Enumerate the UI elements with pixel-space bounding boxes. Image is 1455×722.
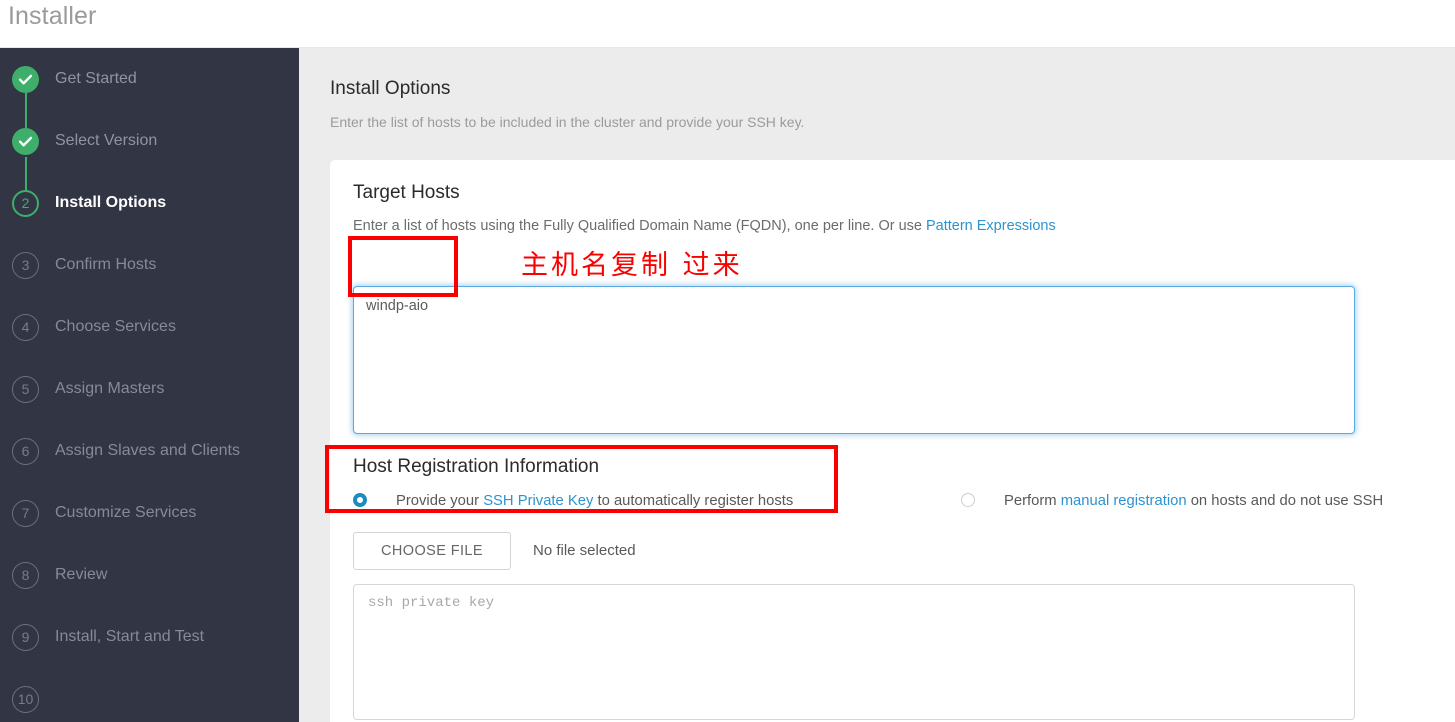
sidebar-step-label: Install Options [55, 194, 167, 211]
step-pending-icon: 9 [12, 623, 39, 651]
step-number: 2 [21, 195, 30, 211]
sidebar-step-install-options[interactable]: 2 Install Options [0, 156, 299, 234]
radio-selected-icon[interactable] [353, 493, 367, 507]
step-number: 3 [21, 257, 30, 273]
step-pending-icon: 3 [12, 251, 39, 279]
ssh-option-text-before: Provide your [396, 493, 484, 509]
step-current-icon: 2 [12, 156, 39, 217]
no-file-selected-text: No file selected [533, 542, 636, 559]
annotation-text-hostname: 主机名复制 过来 [521, 250, 743, 281]
target-hosts-desc-text: Enter a list of hosts using the Fully Qu… [353, 218, 926, 234]
step-pending-icon: 7 [12, 499, 39, 527]
choose-file-button[interactable]: CHOOSE FILE [353, 532, 511, 570]
pattern-expressions-link[interactable]: Pattern Expressions [926, 218, 1056, 234]
ssh-option-text-after: to automatically register hosts [593, 493, 794, 509]
step-number: 10 [17, 691, 34, 707]
check-icon [18, 74, 33, 84]
main-content: Install Options Enter the list of hosts … [299, 48, 1455, 722]
sidebar-step-label: Get Started [55, 70, 137, 87]
step-number: 9 [21, 629, 30, 645]
step-number: 5 [21, 381, 30, 397]
sidebar-step-item-11[interactable]: 10 [0, 668, 299, 722]
target-hosts-description: Enter a list of hosts using the Fully Qu… [353, 218, 1056, 234]
step-pending-icon: 4 [12, 313, 39, 341]
sidebar-step-choose-services[interactable]: 4 Choose Services [0, 296, 299, 358]
manual-registration-label: Perform manual registration on hosts and… [1004, 490, 1383, 512]
step-pending-icon: 10 [12, 685, 39, 713]
step-number: 4 [21, 319, 30, 335]
page-header: Install Options Enter the list of hosts … [330, 78, 1430, 130]
sidebar-step-label: Install, Start and Test [55, 628, 205, 645]
sidebar-step-label: Choose Services [55, 318, 176, 335]
wizard-sidebar: Get Started Select Version 2 Install Option… [0, 48, 299, 722]
radio-unselected-icon[interactable] [961, 493, 975, 507]
manual-registration-link[interactable]: manual registration [1061, 493, 1187, 509]
sidebar-step-label: Review [55, 566, 108, 583]
app-title: Installer [8, 2, 97, 30]
manual-registration-option[interactable]: Perform manual registration on hosts and… [961, 490, 1455, 512]
sidebar-step-label: Customize Services [55, 504, 197, 521]
sidebar-step-label: Select Version [55, 132, 158, 149]
sidebar-step-label: Confirm Hosts [55, 256, 157, 273]
sidebar-step-label: Assign Slaves and Clients [55, 442, 240, 459]
step-pending-icon: 6 [12, 437, 39, 465]
step-complete-icon [12, 92, 39, 155]
sidebar-step-get-started[interactable]: Get Started [0, 48, 299, 110]
install-options-card: Target Hosts Enter a list of hosts using… [330, 160, 1455, 722]
sidebar-step-assign-masters[interactable]: 5 Assign Masters [0, 358, 299, 420]
sidebar-step-label: Assign Masters [55, 380, 165, 397]
step-pending-icon: 8 [12, 561, 39, 589]
step-pending-icon: 5 [12, 375, 39, 403]
page-title: Install Options [330, 78, 451, 99]
ssh-registration-option[interactable]: Provide your SSH Private Key to automati… [353, 490, 843, 512]
step-number: 6 [21, 443, 30, 459]
step-number: 8 [21, 567, 30, 583]
target-hosts-title: Target Hosts [353, 182, 460, 203]
sidebar-step-customize-services[interactable]: 7 Customize Services [0, 482, 299, 544]
ssh-registration-label: Provide your SSH Private Key to automati… [396, 490, 793, 512]
wizard-step-list: Get Started Select Version 2 Install Option… [0, 48, 299, 722]
sidebar-step-select-version[interactable]: Select Version [0, 92, 299, 172]
host-registration-title: Host Registration Information [353, 456, 600, 477]
check-icon [18, 136, 33, 146]
manual-option-text-after: on hosts and do not use SSH [1186, 493, 1384, 509]
ssh-private-key-link[interactable]: SSH Private Key [483, 493, 593, 509]
target-hosts-input[interactable] [353, 286, 1355, 434]
step-complete-icon [12, 65, 39, 93]
ssh-private-key-input[interactable] [353, 584, 1355, 720]
app-header: Installer [0, 0, 1455, 48]
sidebar-step-review[interactable]: 8 Review [0, 544, 299, 606]
sidebar-step-install-start-and-test[interactable]: 9 Install, Start and Test [0, 606, 299, 668]
step-number: 7 [21, 505, 30, 521]
sidebar-step-confirm-hosts[interactable]: 3 Confirm Hosts [0, 234, 299, 296]
sidebar-step-assign-slaves-and-clients[interactable]: 6 Assign Slaves and Clients [0, 420, 299, 482]
manual-option-text-before: Perform [1004, 493, 1061, 509]
page-subtitle: Enter the list of hosts to be included i… [330, 114, 805, 130]
